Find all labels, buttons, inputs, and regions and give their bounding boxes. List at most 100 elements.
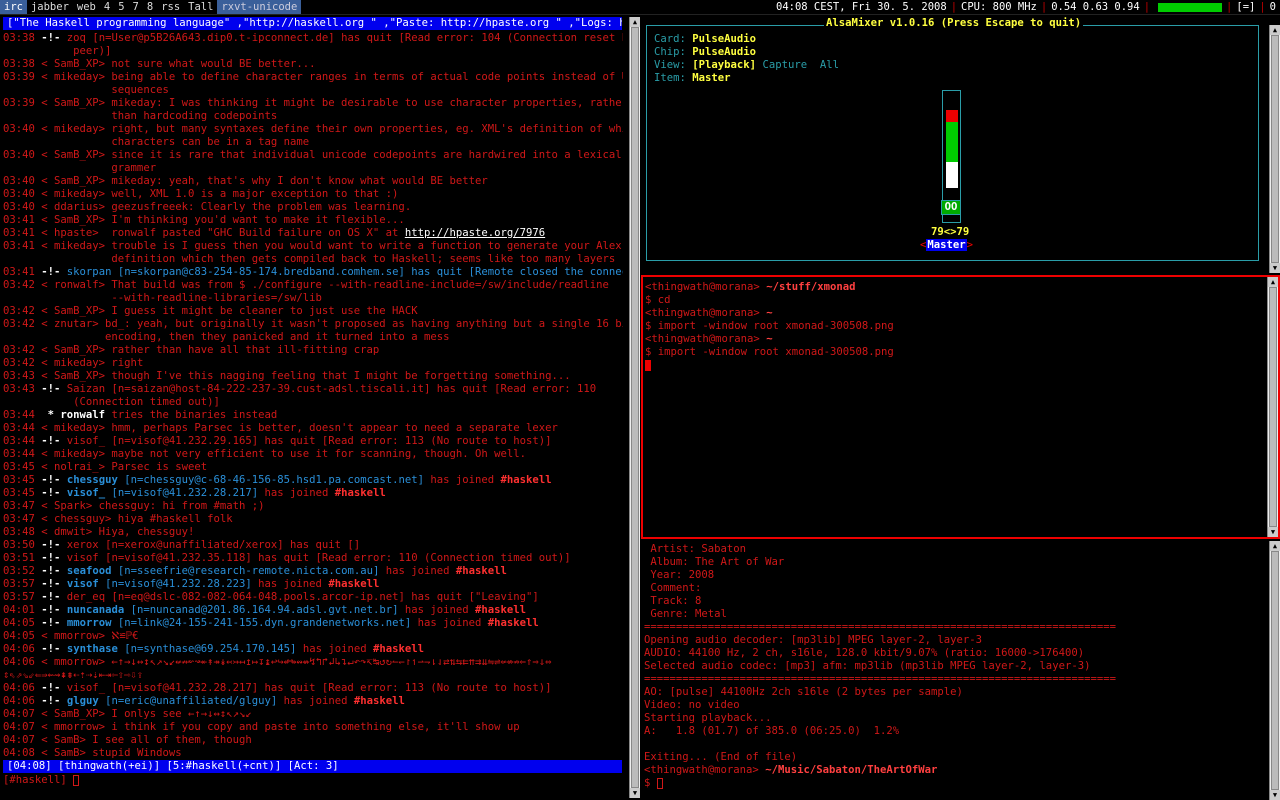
scroll-down-arrow-icon[interactable]: ▼ [1270, 790, 1280, 800]
scroll-up-arrow-icon[interactable]: ▲ [1268, 277, 1278, 287]
shell-command: $ import -window root xmonad-300508.png [645, 346, 894, 358]
chip-info: Chip: PulseAudio [654, 46, 757, 58]
message-text: xerox [n=xerox@unaffiliated/xerox] has q… [60, 539, 361, 551]
message-text: [n=eric@unaffiliated/glguy] [98, 695, 278, 707]
message-text: < dmwit> Hiya, chessguy! [34, 526, 195, 538]
scrollbar-thumb[interactable] [1271, 551, 1279, 790]
message-text: nuncanada [66, 604, 125, 616]
scrollbar-thumb[interactable] [1271, 35, 1279, 263]
message-text: < SamB_XP> I'm thinking you'd want to ma… [34, 214, 405, 226]
scroll-down-arrow-icon[interactable]: ▼ [630, 788, 640, 798]
channel-label[interactable]: <Master> [920, 239, 973, 251]
shell-output: <thingwath@morana> ~/stuff/xmonad $ cd <th… [645, 281, 894, 372]
layout-icon: [=] [1236, 1, 1256, 13]
message-text: peer)] [3, 45, 112, 57]
workspace-5[interactable]: 5 [114, 0, 128, 14]
message-text: -!- [41, 487, 61, 499]
prompt-path: ~ [759, 333, 773, 345]
message-text: visof [66, 578, 99, 590]
view-selector[interactable]: View: [Playback] Capture All [654, 59, 839, 71]
paste-link[interactable]: http://hpaste.org/7976 [405, 227, 545, 239]
mute-toggle[interactable]: OO [941, 200, 961, 215]
message-text: < SamB_XP> mikeday: I was thinking it mi… [34, 97, 623, 109]
message-text: < SamB_XP> since it is rare that individ… [34, 149, 622, 161]
mplayer-output-line: Video: no video [644, 699, 740, 711]
message-text: tries the binaries instead [105, 409, 278, 421]
irc-message-line: 03:42 < znutar> bd_: yeah, but originall… [3, 318, 623, 331]
timestamp: 03:44 [3, 422, 35, 434]
irc-message-line: 04:07 < SamB_XP> I onlys see ←↑→↓↔↕↖↗↘↙ [3, 708, 623, 721]
channel-name: #haskell [328, 578, 380, 590]
timestamp: 03:41 [3, 227, 35, 239]
scroll-down-arrow-icon[interactable]: ▼ [1270, 263, 1280, 273]
irc-message-line: 03:40 < SamB_XP> since it is rare that i… [3, 149, 623, 162]
scrollbar-thumb[interactable] [631, 27, 639, 788]
shell-terminal-focused[interactable]: <thingwath@morana> ~/stuff/xmonad $ cd <th… [641, 275, 1280, 539]
scroll-up-arrow-icon[interactable]: ▲ [630, 17, 640, 27]
timestamp: 04:06 [3, 682, 35, 694]
view-all[interactable]: All [820, 59, 839, 71]
mplayer-terminal[interactable]: Artist: Sabaton Album: The Art of War Ye… [642, 541, 1280, 800]
mplayer-scrollbar[interactable]: ▲ ▼ [1269, 541, 1280, 800]
mplayer-output-line: ========================================… [644, 673, 1116, 685]
message-text: < mikeday> being able to define characte… [34, 71, 623, 83]
separator: | [1259, 1, 1266, 13]
message-text: -!- [41, 552, 61, 564]
irc-scrollbar[interactable]: ▲ ▼ [629, 17, 640, 798]
scroll-down-arrow-icon[interactable]: ▼ [1268, 527, 1278, 537]
channel-name: #haskell [334, 487, 386, 499]
workspace-4[interactable]: 4 [100, 0, 114, 14]
message-text: -!- [41, 591, 61, 603]
timestamp: 04:01 [3, 604, 35, 616]
alsamixer-scrollbar[interactable]: ▲ ▼ [1269, 25, 1280, 273]
shell-line: $ cd [645, 294, 894, 307]
workspace-rss[interactable]: rss [157, 0, 184, 14]
irc-message-line: 03:42 < SamB_XP> I guess it might be cle… [3, 305, 623, 318]
mplayer-output-line: Selected audio codec: [mp3] afm: mp3lib … [644, 660, 1091, 672]
message-text: < nolrai_> Parsec is sweet [34, 461, 208, 473]
view-capture[interactable]: Capture [762, 59, 807, 71]
view-playback[interactable]: [Playback] [692, 59, 756, 71]
irc-message-line: 03:45 -!- visof_ [n=visof@41.232.28.217]… [3, 487, 623, 500]
timestamp: 03:45 [3, 461, 35, 473]
irc-input-line[interactable]: [#haskell] [3, 774, 80, 787]
workspace-7[interactable]: 7 [129, 0, 143, 14]
shell-input-line[interactable]: $ [644, 777, 1116, 790]
irc-message-line: 03:43 -!- Saizan [n=saizan@host-84-222-2… [3, 383, 623, 396]
workspace-irc[interactable]: irc [0, 0, 27, 14]
message-text: has joined [379, 565, 456, 577]
workspace-jabber[interactable]: jabber [27, 0, 73, 14]
channel-name: #haskell [372, 643, 425, 655]
scrollbar-thumb[interactable] [1269, 287, 1277, 527]
layout-name[interactable]: Tall [184, 0, 217, 14]
irc-message-line: 03:41 < SamB_XP> I'm thinking you'd want… [3, 214, 623, 227]
message-text: < SamB_XP> rather than have all that ill… [34, 344, 380, 356]
mplayer-output-line: Album: The Art of War [644, 556, 785, 568]
message-text: skorpan [n=skorpan@c83-254-85-174.bredba… [60, 266, 623, 278]
shell-input-line[interactable] [645, 359, 894, 372]
irc-message-line: 03:40 < mikeday> well, XML 1.0 is a majo… [3, 188, 623, 201]
prompt-path: ~/stuff/xmonad [759, 281, 856, 293]
workspace-8[interactable]: 8 [143, 0, 157, 14]
message-text: -!- [41, 565, 61, 577]
scroll-up-arrow-icon[interactable]: ▲ [1270, 25, 1280, 35]
scroll-up-arrow-icon[interactable]: ▲ [1270, 541, 1280, 551]
irc-message-line: 03:43 < SamB_XP> though I've this naggin… [3, 370, 623, 383]
alsamixer-terminal[interactable]: AlsaMixer v1.0.16 (Press Escape to quit)… [642, 15, 1280, 273]
workspace-web[interactable]: web [73, 0, 100, 14]
message-text: < SamB> I see all of them, though [34, 734, 252, 746]
separator: | [950, 1, 958, 13]
prompt-path: ~ [759, 307, 773, 319]
message-text: [n=User@p5B26A643.dip0.t-ipconnect.de] [92, 32, 335, 44]
irc-message-line: (Connection timed out)] [3, 396, 623, 409]
irc-message-line: 03:39 < SamB_XP> mikeday: I was thinking… [3, 97, 623, 110]
prompt-symbol: $ [644, 777, 657, 789]
message-text: visof_ [n=visof@41.232.28.217] has quit … [60, 682, 552, 694]
mplayer-output: Artist: Sabaton Album: The Art of War Ye… [644, 543, 1116, 790]
shell-scrollbar[interactable]: ▲ ▼ [1267, 277, 1278, 537]
channel-name: #haskell [455, 565, 507, 577]
irc-message-line: sequences [3, 84, 623, 97]
irssi-terminal[interactable]: ["The Haskell programming language" ,"ht… [0, 15, 640, 800]
timestamp: 03:39 [3, 71, 35, 83]
timestamp: 04:07 [3, 734, 35, 746]
